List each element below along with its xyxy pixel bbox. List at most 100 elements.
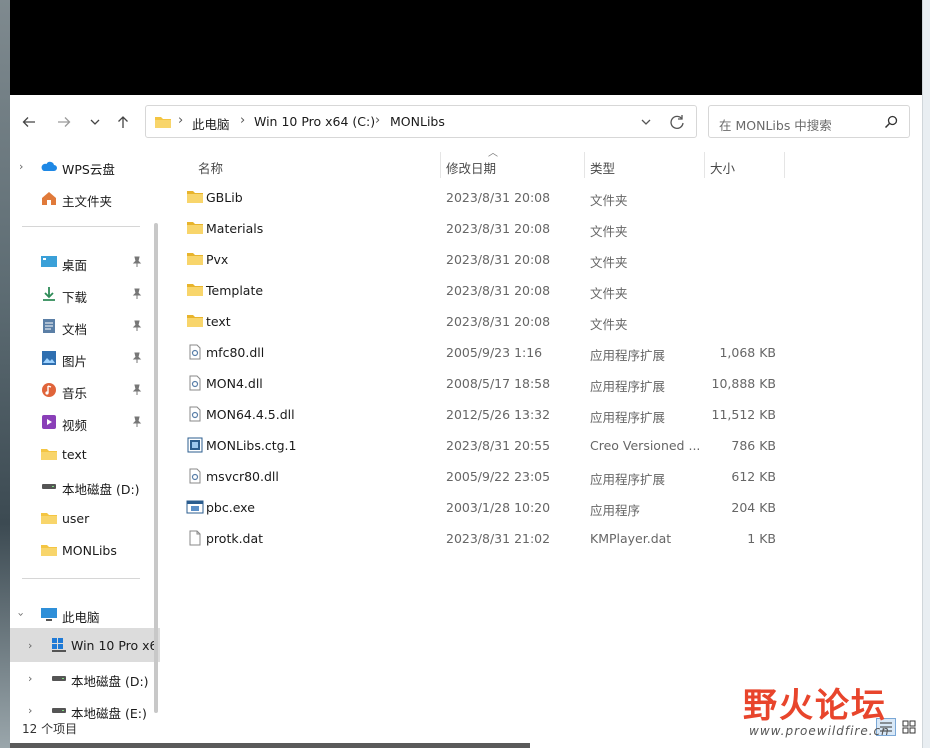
sidebar-item-label: MONLibs: [62, 543, 117, 558]
watermark: 野火论坛 www.proewildfire.cn: [743, 670, 923, 745]
sidebar-item-label: 视频: [62, 418, 88, 433]
folder-icon: [41, 449, 57, 460]
sidebar-item-desktop[interactable]: 桌面: [10, 248, 160, 276]
sidebar-item-label: 音乐: [62, 386, 88, 401]
sidebar-item-label: 本地磁盘 (D:): [71, 674, 149, 689]
breadcrumb-c-drive[interactable]: Win 10 Pro x64 (C:): [254, 114, 375, 129]
file-row[interactable]: MON64.4.5.dll 2012/5/26 13:32 应用程序扩展 11,…: [180, 399, 790, 430]
file-row[interactable]: text 2023/8/31 20:08 文件夹: [180, 306, 790, 337]
creo-file-icon: [187, 437, 203, 453]
file-row[interactable]: mfc80.dll 2005/9/23 1:16 应用程序扩展 1,068 KB: [180, 337, 790, 368]
column-divider[interactable]: [704, 152, 705, 178]
drive-icon: [52, 708, 66, 713]
file-date: 2005/9/22 23:05: [446, 469, 551, 484]
file-type: 应用程序扩展: [590, 379, 666, 394]
file-type: 文件夹: [590, 193, 628, 208]
sidebar-item-monlibs[interactable]: MONLibs: [10, 536, 160, 564]
column-divider[interactable]: [440, 152, 441, 178]
sidebar-item-label: WPS云盘: [62, 162, 115, 177]
sidebar-scrollbar[interactable]: [154, 223, 158, 713]
pin-icon[interactable]: [131, 320, 143, 332]
sidebar-item-pictures[interactable]: 图片: [10, 344, 160, 372]
address-bar[interactable]: › 此电脑 › Win 10 Pro x64 (C:) › MONLibs: [145, 105, 697, 138]
sidebar-item-drive-d-2[interactable]: › 本地磁盘 (D:): [10, 664, 160, 692]
file-row[interactable]: MON4.dll 2008/5/17 18:58 应用程序扩展 10,888 K…: [180, 368, 790, 399]
refresh-icon[interactable]: [666, 111, 688, 133]
navigation-pane: › WPS云盘 主文件夹 桌面 下载 文档 图片 音乐 视频 text 本地磁盘…: [10, 150, 160, 725]
breadcrumb-this-pc[interactable]: 此电脑: [192, 114, 230, 133]
column-header-type[interactable]: 类型: [590, 158, 615, 177]
column-divider[interactable]: [584, 152, 585, 178]
drive-icon: [52, 676, 66, 681]
address-history-chevron-icon[interactable]: [636, 112, 656, 132]
file-row[interactable]: Materials 2023/8/31 20:08 文件夹: [180, 213, 790, 244]
column-divider[interactable]: [784, 152, 785, 178]
sidebar-item-label: 文档: [62, 322, 88, 337]
sidebar-item-this-pc[interactable]: › 此电脑: [10, 600, 160, 628]
chevron-down-icon[interactable]: ›: [15, 612, 28, 616]
file-type: 应用程序: [590, 503, 641, 518]
breadcrumb-monlibs[interactable]: MONLibs: [390, 114, 445, 129]
file-name: Pvx: [206, 252, 229, 267]
file-row[interactable]: GBLib 2023/8/31 20:08 文件夹: [180, 182, 790, 213]
blank-title-area: [10, 0, 922, 95]
file-icon: [189, 530, 201, 546]
folder-icon: [187, 315, 203, 327]
chevron-right-icon[interactable]: ›: [28, 639, 32, 652]
file-row[interactable]: MONLibs.ctg.1 2023/8/31 20:55 Creo Versi…: [180, 430, 790, 461]
sidebar-item-drive-d[interactable]: 本地磁盘 (D:): [10, 472, 160, 500]
chevron-right-icon[interactable]: ›: [19, 160, 23, 173]
file-type: 文件夹: [590, 286, 628, 301]
file-name: MON64.4.5.dll: [206, 407, 295, 422]
dll-file-icon: [189, 344, 201, 360]
computer-icon: [41, 608, 57, 621]
home-icon: [42, 192, 56, 205]
file-date: 2005/9/23 1:16: [446, 345, 543, 360]
file-size: 786 KB: [731, 438, 776, 453]
sidebar-item-c-drive[interactable]: › Win 10 Pro x6: [10, 628, 160, 662]
column-header-size[interactable]: 大小: [710, 158, 735, 177]
sidebar-item-wps-cloud[interactable]: › WPS云盘: [10, 152, 160, 180]
breadcrumb-separator: ›: [178, 113, 184, 128]
file-type: 应用程序扩展: [590, 348, 666, 363]
file-size: 10,888 KB: [711, 376, 776, 391]
sidebar-item-videos[interactable]: 视频: [10, 408, 160, 436]
sidebar-item-documents[interactable]: 文档: [10, 312, 160, 340]
file-row[interactable]: Pvx 2023/8/31 20:08 文件夹: [180, 244, 790, 275]
forward-button[interactable]: [51, 109, 77, 135]
up-button[interactable]: [110, 109, 136, 135]
sidebar-item-downloads[interactable]: 下载: [10, 280, 160, 308]
pin-icon[interactable]: [131, 384, 143, 396]
watermark-title: 野火论坛: [743, 686, 887, 726]
sidebar-item-label: 主文件夹: [62, 194, 113, 209]
chevron-right-icon[interactable]: ›: [28, 704, 32, 717]
column-header-date[interactable]: 修改日期: [446, 158, 496, 177]
pin-icon[interactable]: [131, 256, 143, 268]
search-box[interactable]: 在 MONLibs 中搜索: [708, 105, 910, 138]
file-type: 应用程序扩展: [590, 410, 666, 425]
file-row[interactable]: pbc.exe 2003/1/28 10:20 应用程序 204 KB: [180, 492, 790, 523]
file-row[interactable]: msvcr80.dll 2005/9/22 23:05 应用程序扩展 612 K…: [180, 461, 790, 492]
file-date: 2023/8/31 20:08: [446, 252, 551, 267]
file-name: msvcr80.dll: [206, 469, 279, 484]
file-date: 2023/8/31 20:08: [446, 190, 551, 205]
chevron-right-icon[interactable]: ›: [28, 672, 32, 685]
sidebar-item-label: user: [62, 511, 90, 526]
file-type: 应用程序扩展: [590, 472, 666, 487]
sidebar-item-home[interactable]: 主文件夹: [10, 184, 160, 212]
sidebar-item-user[interactable]: user: [10, 504, 160, 532]
pin-icon[interactable]: [131, 288, 143, 300]
sidebar-item-text[interactable]: text: [10, 440, 160, 468]
back-button[interactable]: [16, 109, 42, 135]
sidebar-item-music[interactable]: 音乐: [10, 376, 160, 404]
pin-icon[interactable]: [131, 352, 143, 364]
file-row[interactable]: Template 2023/8/31 20:08 文件夹: [180, 275, 790, 306]
file-row[interactable]: protk.dat 2023/8/31 21:02 KMPlayer.dat 1…: [180, 523, 790, 554]
dll-file-icon: [189, 375, 201, 391]
dll-file-icon: [189, 468, 201, 484]
pin-icon[interactable]: [131, 416, 143, 428]
file-size: 1 KB: [747, 531, 776, 546]
search-icon[interactable]: [883, 114, 899, 130]
recent-locations-button[interactable]: [82, 109, 108, 135]
column-header-name[interactable]: 名称: [198, 158, 223, 177]
